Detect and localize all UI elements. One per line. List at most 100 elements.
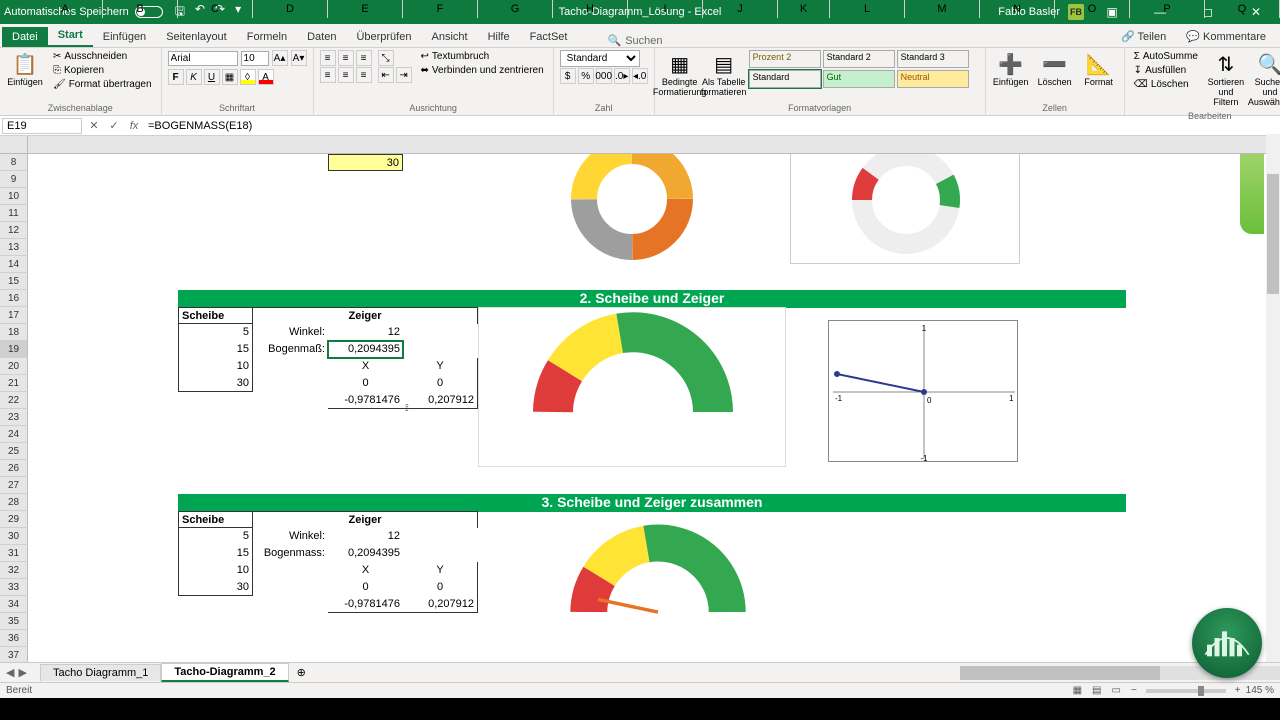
cell-c32[interactable]: 10: [178, 562, 253, 579]
row-header-16[interactable]: 16: [0, 290, 28, 307]
formula-input[interactable]: =BOGENMASS(E18): [144, 119, 1280, 133]
cell-e8[interactable]: 30: [328, 154, 403, 171]
chart-donut-right[interactable]: [790, 154, 1020, 264]
row-header-18[interactable]: 18: [0, 324, 28, 341]
cell-e33[interactable]: 0: [328, 579, 403, 596]
border-button[interactable]: ▦: [222, 69, 238, 85]
row-header-21[interactable]: 21: [0, 375, 28, 392]
cell-e32[interactable]: X: [328, 562, 403, 579]
row-header-30[interactable]: 30: [0, 528, 28, 545]
conditional-formatting-button[interactable]: ▦Bedingte Formatierung: [661, 50, 699, 99]
row-header-23[interactable]: 23: [0, 409, 28, 426]
col-header-Q[interactable]: Q: [1205, 0, 1280, 18]
cell-c19[interactable]: 15: [178, 341, 253, 358]
zoom-out-icon[interactable]: −: [1126, 685, 1142, 696]
find-select-button[interactable]: 🔍Suchen und Auswählen: [1251, 50, 1280, 109]
cell-d30[interactable]: Winkel:: [253, 528, 328, 545]
autosum-button[interactable]: ΣAutoSumme: [1131, 50, 1201, 63]
merge-center-button[interactable]: ⬌Verbinden und zentrieren: [418, 64, 547, 77]
tab-start[interactable]: Start: [48, 25, 93, 47]
wrap-text-button[interactable]: ↩Textumbruch: [418, 50, 547, 63]
format-painter-button[interactable]: 🖌Format übertragen: [50, 78, 155, 91]
sort-filter-button[interactable]: ⇅Sortieren und Filtern: [1207, 50, 1245, 109]
tab-hilfe[interactable]: Hilfe: [478, 27, 520, 47]
sheet-tab-2[interactable]: Tacho-Diagramm_2: [161, 663, 288, 682]
worksheet-grid[interactable]: 8910111213141516171819202122232425262728…: [0, 154, 1280, 678]
row-header-31[interactable]: 31: [0, 545, 28, 562]
format-as-table-button[interactable]: ▤Als Tabelle formatieren: [705, 50, 743, 99]
col-header-D[interactable]: D: [253, 0, 328, 18]
add-sheet-button[interactable]: ⊕: [289, 664, 314, 681]
col-header-E[interactable]: E: [328, 0, 403, 18]
col-header-I[interactable]: I: [628, 0, 703, 18]
paste-button[interactable]: 📋Einfügen: [6, 50, 44, 89]
tab-seitenlayout[interactable]: Seitenlayout: [156, 27, 237, 47]
row-header-22[interactable]: 22: [0, 392, 28, 409]
col-header-J[interactable]: J: [703, 0, 778, 18]
sheet-nav-next-icon[interactable]: ▶: [18, 666, 26, 679]
cut-button[interactable]: ✂Ausschneiden: [50, 50, 155, 63]
view-page-layout-icon[interactable]: ▤: [1087, 685, 1106, 696]
style-prozent2[interactable]: Prozent 2: [749, 50, 821, 68]
name-box[interactable]: [2, 118, 82, 134]
cell-f22[interactable]: 0,207912: [403, 392, 478, 409]
cell-c21[interactable]: 30: [178, 375, 253, 392]
col-header-B[interactable]: B: [103, 0, 178, 18]
col-header-P[interactable]: P: [1130, 0, 1205, 18]
share-button[interactable]: 🔗 Teilen: [1115, 26, 1172, 47]
row-header-27[interactable]: 27: [0, 477, 28, 494]
cell-f33[interactable]: 0: [403, 579, 478, 596]
style-standard2[interactable]: Standard 2: [823, 50, 895, 68]
col-header-O[interactable]: O: [1055, 0, 1130, 18]
tab-file[interactable]: Datei: [2, 27, 48, 47]
row-header-28[interactable]: 28: [0, 494, 28, 511]
row-header-24[interactable]: 24: [0, 426, 28, 443]
cell-d31[interactable]: Bogenmass:: [253, 545, 328, 562]
cell-styles-gallery[interactable]: Prozent 2 Standard 2 Standard 3 Standard…: [749, 50, 979, 88]
font-family-input[interactable]: [168, 51, 238, 66]
font-size-input[interactable]: [241, 51, 269, 66]
tell-me-search[interactable]: 🔍 Suchen: [607, 34, 662, 47]
align-top-icon[interactable]: ≡: [320, 50, 336, 66]
tab-ueberpruefen[interactable]: Überprüfen: [346, 27, 421, 47]
cell-d18[interactable]: Winkel:: [253, 324, 328, 341]
chart-gauge-section2[interactable]: [478, 307, 786, 467]
cell-f21[interactable]: 0: [403, 375, 478, 392]
col-header-F[interactable]: F: [403, 0, 478, 18]
align-middle-icon[interactable]: ≡: [338, 50, 354, 66]
row-header-15[interactable]: 15: [0, 273, 28, 290]
col-header-C[interactable]: C: [178, 0, 253, 18]
increase-indent-icon[interactable]: ⇥: [396, 67, 412, 83]
chart-gauge-section3[interactable]: [528, 514, 788, 664]
style-standard[interactable]: Standard: [749, 70, 821, 88]
fx-icon[interactable]: fx: [124, 120, 144, 132]
cell-f32[interactable]: Y: [403, 562, 478, 579]
vertical-scrollbar[interactable]: [1266, 134, 1280, 684]
currency-icon[interactable]: $: [560, 68, 576, 84]
cell-e31[interactable]: 0,2094395: [328, 545, 403, 562]
col-header-H[interactable]: H: [553, 0, 628, 18]
cell-c20[interactable]: 10: [178, 358, 253, 375]
cell-e20[interactable]: X: [328, 358, 403, 375]
insert-cells-button[interactable]: ➕Einfügen: [992, 50, 1030, 89]
row-header-25[interactable]: 25: [0, 443, 28, 460]
col-header-L[interactable]: L: [830, 0, 905, 18]
underline-button[interactable]: U: [204, 69, 220, 85]
row-header-35[interactable]: 35: [0, 613, 28, 630]
cancel-formula-icon[interactable]: ✕: [84, 119, 104, 132]
align-left-icon[interactable]: ≡: [320, 67, 336, 83]
number-format-select[interactable]: Standard: [560, 50, 640, 67]
row-header-10[interactable]: 10: [0, 188, 28, 205]
style-neutral[interactable]: Neutral: [897, 70, 969, 88]
comments-button[interactable]: 💬 Kommentare: [1180, 26, 1272, 47]
format-cells-button[interactable]: 📐Format: [1080, 50, 1118, 89]
row-header-19[interactable]: 19: [0, 341, 28, 358]
select-all-corner[interactable]: [0, 136, 28, 153]
thousands-icon[interactable]: 000: [596, 68, 612, 84]
increase-decimal-icon[interactable]: .0▸: [614, 68, 630, 84]
tab-einfuegen[interactable]: Einfügen: [93, 27, 156, 47]
copy-button[interactable]: ⎘Kopieren: [50, 64, 155, 77]
row-header-14[interactable]: 14: [0, 256, 28, 273]
fill-button[interactable]: ↧Ausfüllen: [1131, 64, 1201, 77]
row-header-12[interactable]: 12: [0, 222, 28, 239]
